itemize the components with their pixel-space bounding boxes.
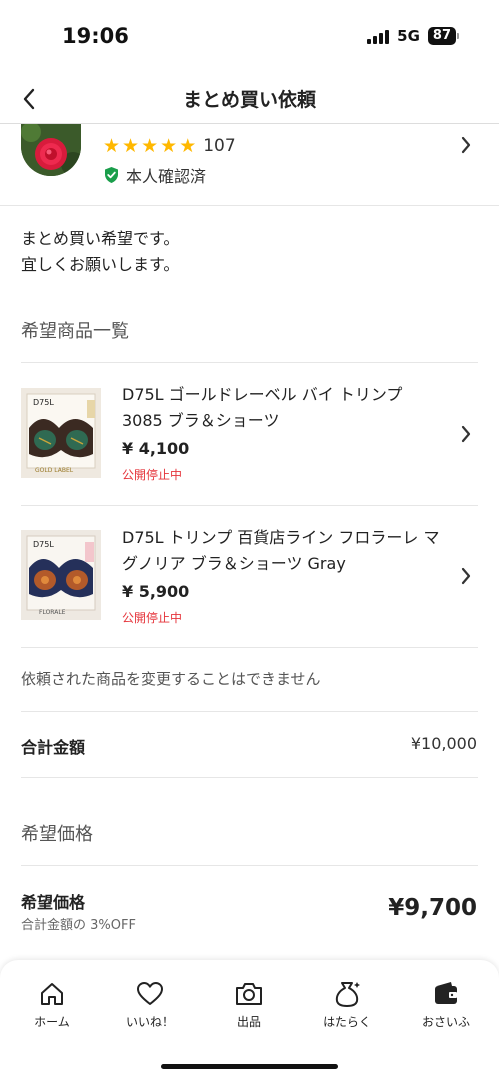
- battery-level: 87: [427, 27, 456, 45]
- home-indicator: [161, 1064, 338, 1069]
- network-label: 5G: [397, 27, 420, 45]
- chevron-right-icon: [459, 566, 473, 586]
- svg-text:GOLD LABEL: GOLD LABEL: [35, 467, 74, 474]
- product-thumbnail: D75L GOLD LABEL: [21, 388, 101, 478]
- request-message: まとめ買い希望です。 宜しくお願いします。: [21, 226, 179, 278]
- message-line: 宜しくお願いします。: [21, 255, 180, 274]
- rating-stars: ★ ★ ★ ★ ★ 107: [103, 136, 236, 156]
- chevron-right-icon: [459, 424, 473, 444]
- change-note: 依頼された商品を変更することはできません: [21, 670, 321, 688]
- item-status: 公開停止中: [122, 611, 183, 625]
- tab-wallet[interactable]: おさいふ: [406, 978, 486, 1030]
- page-title: まとめ買い依頼: [182, 89, 316, 111]
- item-status: 公開停止中: [122, 468, 183, 482]
- home-icon: [36, 978, 68, 1010]
- items-section-title: 希望商品一覧: [21, 321, 129, 342]
- battery-icon: 87: [427, 27, 459, 45]
- request-price-value: ¥9,700: [388, 895, 477, 921]
- divider: [21, 865, 478, 866]
- request-price-label: 希望価格: [21, 893, 86, 912]
- seller-row[interactable]: ★ ★ ★ ★ ★ 107 本人確認済: [0, 124, 499, 206]
- divider: [21, 711, 478, 712]
- tab-likes[interactable]: いいね！: [110, 978, 190, 1030]
- total-label: 合計金額: [21, 738, 86, 757]
- star-icon: ★: [103, 135, 121, 157]
- rating-count: 107: [203, 136, 236, 156]
- item-price: ¥ 5,900: [122, 582, 190, 601]
- request-price-sub: 合計金額の 3%OFF: [21, 918, 136, 933]
- item-price: ¥ 4,100: [122, 439, 190, 458]
- status-indicators: 5G 87: [367, 27, 459, 45]
- tab-label: はたらく: [323, 1015, 371, 1029]
- verified-badge: 本人確認済: [103, 163, 206, 187]
- wallet-icon: [430, 978, 462, 1010]
- tab-label: ホーム: [34, 1015, 70, 1029]
- total-value: ¥10,000: [410, 734, 477, 753]
- product-thumbnail: D75L FLORALE: [21, 530, 101, 620]
- star-icon: ★: [122, 135, 140, 157]
- tab-label: 出品: [236, 1015, 261, 1029]
- star-icon: ★: [141, 135, 159, 157]
- heart-icon: [134, 978, 166, 1010]
- tab-sell[interactable]: 出品: [209, 978, 289, 1030]
- item-name: D75L トリンプ 百貨店ライン フロラーレ マグノリア ブラ＆ショーツ Gra…: [122, 528, 440, 573]
- list-item[interactable]: D75L GOLD LABEL D75L ゴールドレーベル バイ トリンプ 30…: [0, 363, 499, 505]
- svg-text:D75L: D75L: [33, 540, 54, 549]
- tab-home[interactable]: ホーム: [12, 978, 92, 1030]
- tab-label: おさいふ: [421, 1015, 470, 1029]
- item-name: D75L ゴールドレーベル バイ トリンプ 3085 ブラ＆ショーツ: [122, 385, 403, 430]
- status-time: 19:06: [62, 24, 129, 48]
- divider: [21, 777, 478, 778]
- svg-text:D75L: D75L: [33, 398, 54, 407]
- nav-header: まとめ買い依頼: [0, 76, 499, 124]
- money-bag-icon: [331, 978, 363, 1010]
- avatar: [21, 124, 81, 176]
- bottom-tab-bar: ホーム いいね！ 出品 はたらく おさいふ: [0, 960, 499, 1080]
- signal-icon: [367, 28, 390, 44]
- verified-label: 本人確認済: [126, 167, 207, 186]
- request-section-title: 希望価格: [21, 824, 93, 845]
- tab-label: いいね！: [125, 1015, 174, 1029]
- camera-icon: [233, 978, 265, 1010]
- message-line: まとめ買い希望です。: [21, 229, 180, 248]
- shield-check-icon: [105, 167, 118, 183]
- divider: [21, 647, 478, 648]
- status-bar: 19:06 5G 87: [0, 0, 499, 76]
- star-icon: ★: [160, 135, 178, 157]
- tab-work[interactable]: はたらく: [307, 978, 387, 1030]
- chevron-right-icon: [459, 135, 473, 155]
- svg-text:FLORALE: FLORALE: [39, 609, 66, 616]
- star-icon: ★: [179, 135, 197, 157]
- list-item[interactable]: D75L FLORALE D75L トリンプ 百貨店ライン フロラーレ マグノリ…: [0, 506, 499, 648]
